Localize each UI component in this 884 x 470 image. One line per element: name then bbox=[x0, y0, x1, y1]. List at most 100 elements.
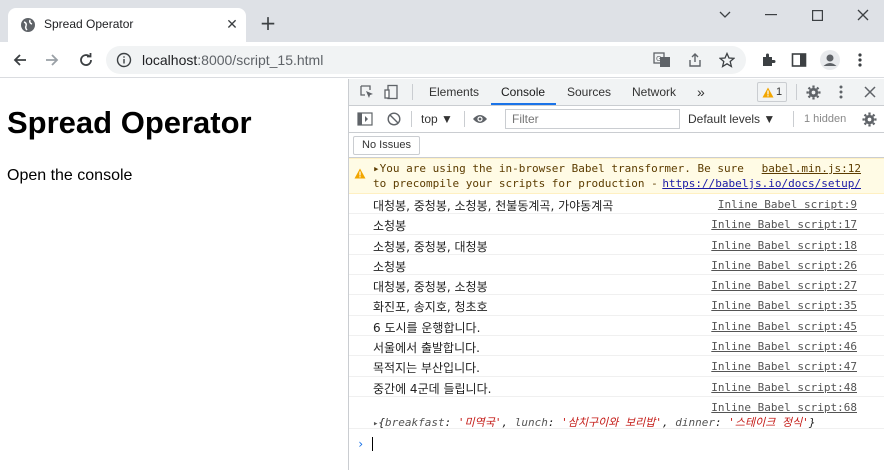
expand-triangle-icon[interactable]: ▸ bbox=[373, 419, 378, 429]
toolbar-divider bbox=[411, 111, 412, 127]
log-source-link[interactable]: Inline Babel script:35 bbox=[711, 299, 857, 312]
bookmark-star-icon[interactable] bbox=[717, 50, 737, 70]
devtools-tabbar: Elements Console Sources Network » 1 bbox=[349, 79, 884, 106]
sidebar-toggle-icon[interactable] bbox=[357, 111, 373, 127]
log-message: 서울에서 출발합니다. bbox=[373, 341, 480, 356]
page-heading: Spread Operator bbox=[7, 105, 252, 140]
object-key: breakfast bbox=[385, 415, 445, 429]
kebab-menu-icon[interactable] bbox=[850, 50, 870, 70]
minimize-button[interactable] bbox=[748, 0, 794, 30]
no-issues-button[interactable]: No Issues bbox=[353, 136, 420, 155]
browser-tab[interactable]: Spread Operator ✕ bbox=[8, 8, 246, 42]
devtools-panel: Elements Console Sources Network » 1 top… bbox=[348, 79, 884, 470]
warning-icon bbox=[762, 87, 774, 97]
window-close-button[interactable] bbox=[840, 0, 884, 30]
translate-icon[interactable]: G bbox=[652, 50, 672, 70]
log-message: 소청봉, 중청봉, 대청봉 bbox=[373, 239, 488, 254]
console-prompt-icon: › bbox=[357, 437, 365, 451]
log-row: 6 도시를 운행합니다. Inline Babel script:45 bbox=[349, 316, 884, 337]
close-tab-icon[interactable]: ✕ bbox=[224, 17, 240, 33]
log-source-link[interactable]: Inline Babel script:45 bbox=[711, 320, 857, 333]
console-warning-message: ▸You are using the in-browser Babel tran… bbox=[349, 158, 884, 194]
tab-console[interactable]: Console bbox=[501, 79, 545, 105]
object-preview[interactable]: ▸{breakfast: '미역국', lunch: '삼치구이와 보리밥', … bbox=[373, 414, 815, 430]
toolbar-divider bbox=[464, 111, 465, 127]
tab-title: Spread Operator bbox=[44, 17, 134, 31]
log-row: 소청봉, 중청봉, 대청봉 Inline Babel script:18 bbox=[349, 235, 884, 255]
log-object-row[interactable]: Inline Babel script:68 ▸{breakfast: '미역국… bbox=[349, 397, 884, 429]
active-tab-indicator bbox=[491, 103, 556, 105]
tab-elements[interactable]: Elements bbox=[429, 79, 479, 105]
object-value: '삼치구이와 보리밥' bbox=[561, 415, 662, 429]
log-source-link[interactable]: Inline Babel script:9 bbox=[718, 198, 857, 211]
maximize-button[interactable] bbox=[794, 0, 840, 30]
side-panel-icon[interactable] bbox=[789, 50, 809, 70]
log-source-link[interactable]: Inline Babel script:46 bbox=[711, 340, 857, 353]
new-tab-button[interactable]: + bbox=[258, 13, 278, 33]
globe-icon bbox=[20, 17, 36, 33]
log-row: 소청봉 Inline Babel script:26 bbox=[349, 255, 884, 276]
log-source-link[interactable]: Inline Babel script:47 bbox=[711, 360, 857, 373]
console-log: ▸You are using the in-browser Babel tran… bbox=[349, 158, 884, 429]
toolbar-divider bbox=[793, 111, 794, 127]
inspect-element-icon[interactable] bbox=[359, 84, 375, 100]
log-row: 대청봉, 중청봉, 소청봉, 천불동계곡, 가야동계곡 Inline Babel … bbox=[349, 194, 884, 215]
log-row: 화진포, 송지호, 청초호 Inline Babel script:35 bbox=[349, 295, 884, 316]
log-source-link[interactable]: Inline Babel script:27 bbox=[711, 279, 857, 292]
log-source-link[interactable]: Inline Babel script:68 bbox=[711, 401, 857, 414]
console-settings-icon[interactable] bbox=[861, 111, 877, 127]
log-source-link[interactable]: Inline Babel script:18 bbox=[711, 239, 857, 252]
log-message: 소청봉 bbox=[373, 259, 407, 274]
page-text: Open the console bbox=[7, 167, 133, 184]
hidden-count: 1 hidden bbox=[804, 113, 847, 125]
log-row: 소청봉 Inline Babel script:17 bbox=[349, 214, 884, 235]
devtools-menu-icon[interactable] bbox=[833, 84, 849, 100]
log-message: 소청봉 bbox=[373, 219, 407, 234]
log-row: 중간에 4군데 들립니다. Inline Babel script:48 bbox=[349, 377, 884, 397]
object-key: lunch bbox=[514, 415, 548, 429]
close-devtools-icon[interactable] bbox=[862, 84, 878, 100]
back-button[interactable] bbox=[8, 48, 32, 72]
expand-triangle-icon[interactable]: ▸ bbox=[373, 162, 380, 175]
babel-setup-link[interactable]: https://babeljs.io/docs/setup/ bbox=[662, 177, 861, 190]
svg-text:G: G bbox=[656, 55, 661, 63]
warning-source-link[interactable]: babel.min.js:12 bbox=[762, 162, 861, 175]
device-toolbar-icon[interactable] bbox=[384, 84, 400, 100]
clear-console-icon[interactable] bbox=[386, 111, 402, 127]
object-value: '미역국' bbox=[457, 415, 502, 429]
forward-button[interactable] bbox=[40, 48, 64, 72]
page-viewport: Spread Operator Open the console bbox=[0, 79, 348, 470]
log-message: 중간에 4군데 들립니다. bbox=[373, 381, 492, 396]
levels-label: Default levels bbox=[688, 112, 761, 126]
log-message: 대청봉, 중청봉, 소청봉 bbox=[373, 280, 488, 295]
chevron-down-icon[interactable] bbox=[702, 0, 748, 30]
context-selector[interactable]: top ▼ bbox=[421, 112, 453, 126]
tab-network[interactable]: Network bbox=[632, 79, 676, 105]
log-levels-dropdown[interactable]: Default levels ▼ bbox=[688, 112, 775, 126]
tab-sources[interactable]: Sources bbox=[567, 79, 611, 105]
context-label: top bbox=[421, 112, 438, 126]
console-input-cursor[interactable] bbox=[372, 437, 373, 451]
log-source-link[interactable]: Inline Babel script:17 bbox=[711, 218, 857, 231]
profile-avatar[interactable] bbox=[820, 50, 840, 70]
caret-down-icon: ▼ bbox=[763, 112, 776, 126]
warning-count: 1 bbox=[775, 86, 783, 98]
log-message: 화진포, 송지호, 청초호 bbox=[373, 300, 488, 315]
warning-count-badge[interactable]: 1 bbox=[757, 82, 787, 102]
console-filter-input[interactable] bbox=[505, 109, 680, 129]
caret-down-icon: ▼ bbox=[441, 112, 453, 126]
object-key: dinner bbox=[675, 415, 715, 429]
eye-icon[interactable] bbox=[472, 111, 488, 127]
more-tabs-button[interactable]: » bbox=[697, 79, 705, 105]
tab-strip: Spread Operator ✕ + bbox=[0, 0, 884, 42]
extensions-icon[interactable] bbox=[758, 50, 778, 70]
settings-gear-icon[interactable] bbox=[805, 84, 821, 100]
share-icon[interactable] bbox=[685, 50, 705, 70]
url-text[interactable]: localhost:8000/script_15.html bbox=[142, 52, 323, 68]
log-source-link[interactable]: Inline Babel script:26 bbox=[711, 259, 857, 272]
reload-button[interactable] bbox=[74, 48, 98, 72]
log-row: 서울에서 출발합니다. Inline Babel script:46 bbox=[349, 336, 884, 357]
warning-text-line1[interactable]: ▸You are using the in-browser Babel tran… bbox=[373, 162, 744, 175]
info-icon[interactable] bbox=[114, 50, 134, 70]
log-source-link[interactable]: Inline Babel script:48 bbox=[711, 381, 857, 394]
